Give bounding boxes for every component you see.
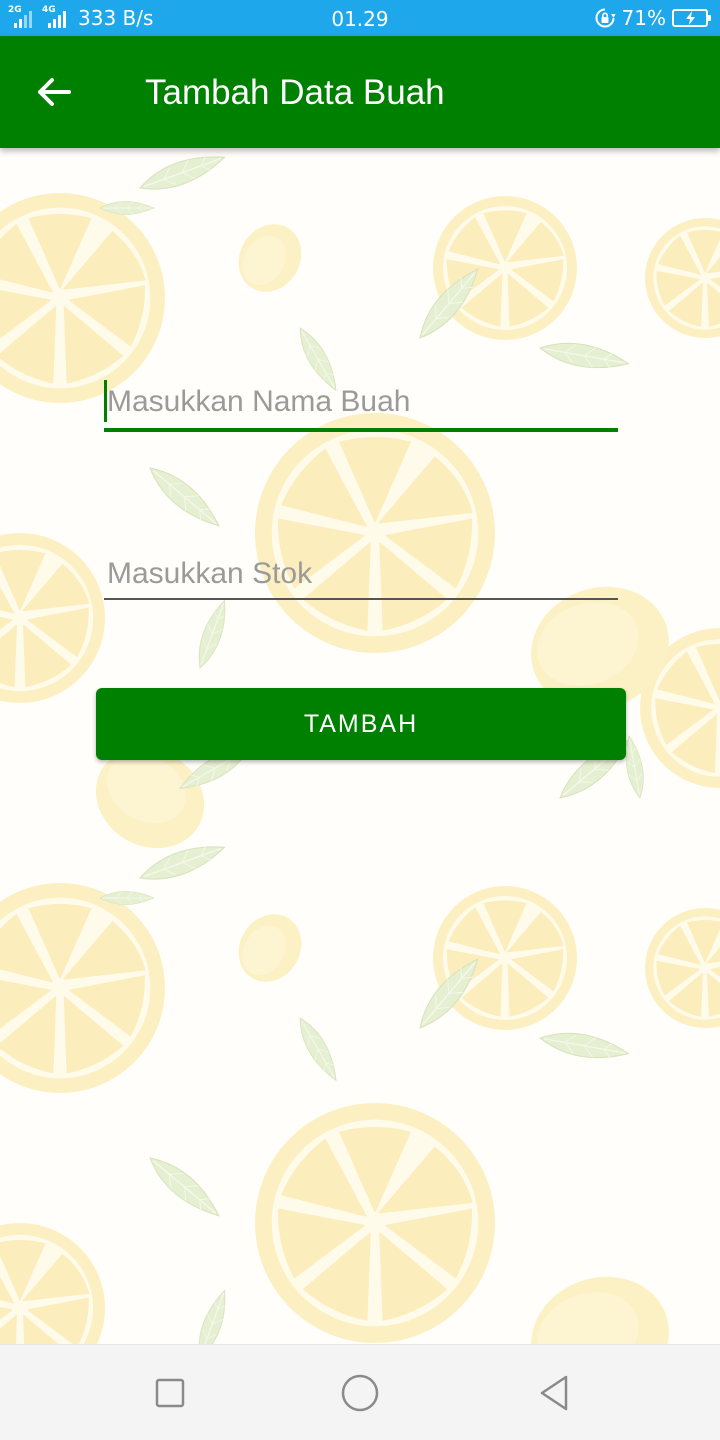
nav-back-button[interactable]: [530, 1369, 578, 1417]
home-icon: [341, 1374, 379, 1412]
text-cursor: [104, 380, 107, 422]
arrow-left-icon: [38, 78, 71, 106]
stok-input[interactable]: [104, 550, 618, 598]
recent-apps-button[interactable]: [146, 1369, 194, 1417]
navigation-bar: [0, 1344, 720, 1440]
status-bar: 2G 4G 333 B/s 01.29 71%: [0, 0, 720, 36]
back-button[interactable]: [24, 62, 84, 122]
stok-field[interactable]: [104, 550, 618, 600]
recent-apps-icon: [155, 1378, 185, 1408]
nama-buah-underline: [104, 428, 618, 432]
back-icon: [540, 1375, 568, 1411]
page-title: Tambah Data Buah: [145, 73, 445, 112]
tambah-button[interactable]: TAMBAH: [96, 688, 626, 760]
status-right: 71%: [594, 0, 711, 36]
nama-buah-input[interactable]: [104, 378, 618, 426]
battery-percent: 71%: [621, 6, 666, 30]
home-button[interactable]: [336, 1369, 384, 1417]
app-bar: Tambah Data Buah: [0, 36, 720, 148]
rotation-lock-icon: [595, 8, 616, 28]
stok-underline: [104, 598, 618, 600]
nama-buah-field[interactable]: [104, 378, 618, 432]
battery-charging-icon: [672, 9, 711, 27]
